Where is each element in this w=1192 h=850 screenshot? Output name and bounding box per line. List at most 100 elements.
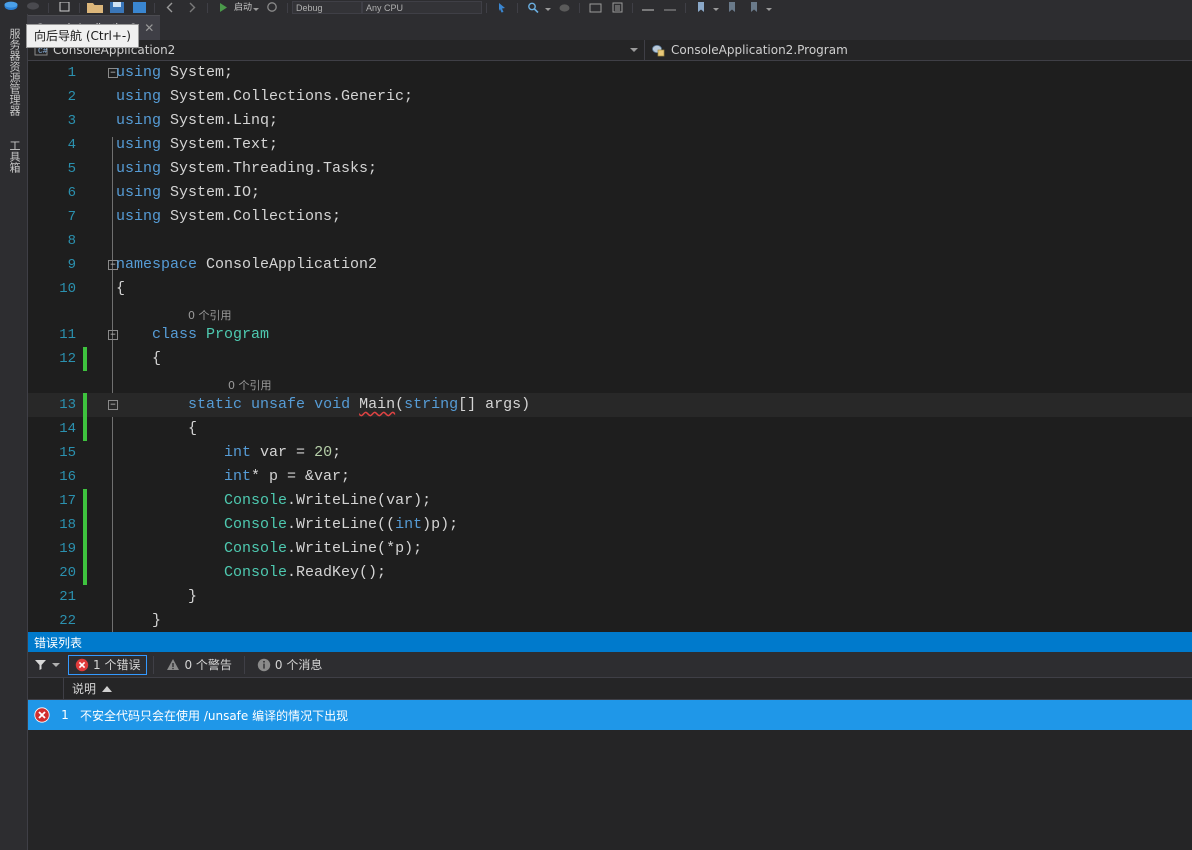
folder-icon bbox=[87, 3, 103, 13]
table-row[interactable]: 1 不安全代码只会在使用 /unsafe 编译的情况下出现 bbox=[28, 700, 1192, 730]
code-text: using System.Text; bbox=[116, 136, 279, 153]
step-over-button[interactable] bbox=[553, 0, 575, 14]
code-text: } bbox=[116, 588, 198, 605]
code-line: 1 − using System; bbox=[28, 61, 1192, 85]
line-number: 21 bbox=[59, 589, 76, 605]
properties-button[interactable] bbox=[606, 0, 628, 14]
code-text: namespace ConsoleApplication2 bbox=[116, 256, 378, 273]
sort-ascending-icon[interactable] bbox=[102, 685, 113, 692]
column-header-index[interactable] bbox=[28, 677, 64, 700]
class-icon bbox=[652, 45, 665, 57]
line-number: 20 bbox=[59, 565, 76, 581]
messages-filter-chip[interactable]: 0 个消息 bbox=[251, 655, 328, 675]
code-line: 22 } bbox=[28, 609, 1192, 632]
save-all-files-button[interactable] bbox=[128, 0, 150, 14]
code-text: class Program bbox=[152, 326, 270, 343]
code-line: 4 using System.Text; bbox=[28, 133, 1192, 157]
new-item-button[interactable] bbox=[53, 0, 75, 14]
bookmark-prev-button[interactable] bbox=[721, 0, 743, 14]
undo-button[interactable] bbox=[22, 0, 44, 14]
search-icon bbox=[527, 2, 539, 13]
filter-dropdown-caret-icon[interactable] bbox=[52, 662, 60, 667]
sidebar-item-toolbox[interactable]: 工具箱 bbox=[0, 130, 28, 182]
filter-icon[interactable] bbox=[32, 657, 48, 673]
code-text: { bbox=[116, 280, 126, 297]
line-number: 13 bbox=[59, 397, 76, 413]
code-line-current: 13 − static unsafe void Main(string[] ar… bbox=[28, 393, 1192, 417]
uncomment-button[interactable] bbox=[659, 0, 681, 14]
line-number: 16 bbox=[59, 469, 76, 485]
errors-filter-chip[interactable]: 1 个错误 bbox=[68, 654, 148, 675]
navigate-forward-button[interactable] bbox=[181, 0, 203, 14]
start-debug-button[interactable] bbox=[212, 0, 234, 14]
code-line: 14 { bbox=[28, 417, 1192, 441]
find-button[interactable] bbox=[491, 0, 513, 14]
svg-text:C#: C# bbox=[38, 47, 48, 56]
bookmark-next-button[interactable] bbox=[743, 0, 765, 14]
search-dropdown-caret-icon[interactable] bbox=[545, 8, 552, 11]
comment-button[interactable] bbox=[637, 0, 659, 14]
toolbar-overflow-caret-icon[interactable] bbox=[766, 8, 773, 11]
error-list-toolbar: 1 个错误 0 个警告 0 个消息 bbox=[28, 652, 1192, 678]
stop-icon bbox=[267, 2, 277, 12]
configuration-combo[interactable]: Debug bbox=[292, 1, 363, 14]
navigate-forward-icon bbox=[189, 2, 196, 13]
toolbar-separator bbox=[154, 3, 155, 13]
bookmark-button[interactable] bbox=[690, 0, 712, 14]
code-text: Console.WriteLine(*p); bbox=[224, 540, 423, 557]
toolbar-separator bbox=[486, 3, 488, 13]
code-line: 10 { bbox=[28, 277, 1192, 301]
bookmark-next-icon bbox=[751, 2, 758, 12]
codelens-method[interactable]: 0 个引用 bbox=[28, 371, 1192, 393]
toolbar-separator bbox=[579, 3, 581, 13]
code-line: 18 Console.WriteLine((int)p); bbox=[28, 513, 1192, 537]
platform-combo[interactable]: Any CPU bbox=[362, 1, 483, 14]
change-bar bbox=[83, 489, 87, 513]
stop-button[interactable] bbox=[261, 0, 283, 14]
comment-icon bbox=[642, 9, 655, 11]
line-number: 8 bbox=[67, 233, 76, 249]
code-text: using System.Collections.Generic; bbox=[116, 88, 414, 105]
column-header-description[interactable]: 说明 bbox=[64, 678, 113, 700]
messages-filter-label: 0 个消息 bbox=[274, 658, 323, 672]
warnings-filter-chip[interactable]: 0 个警告 bbox=[160, 655, 237, 675]
toolbar-group-file: 启动 Debug Any CPU bbox=[0, 0, 774, 14]
chevron-down-icon[interactable] bbox=[630, 48, 638, 52]
line-number: 12 bbox=[59, 351, 76, 367]
close-icon[interactable]: ✕ bbox=[144, 22, 154, 34]
search-button[interactable] bbox=[522, 0, 544, 14]
code-line: 11 − class Program bbox=[28, 323, 1192, 347]
navbar-type-dropdown[interactable]: ConsoleApplication2.Program bbox=[644, 39, 1192, 61]
save-all-button[interactable] bbox=[0, 0, 22, 14]
bookmark-icon bbox=[698, 2, 705, 12]
line-number: 14 bbox=[59, 421, 76, 437]
save-button[interactable] bbox=[106, 0, 128, 14]
line-number: 9 bbox=[67, 257, 76, 273]
line-number: 19 bbox=[59, 541, 76, 557]
code-line: 12 { bbox=[28, 347, 1192, 371]
codelens-class[interactable]: 0 个引用 bbox=[28, 301, 1192, 323]
left-dock-strip: 服务器资源管理器 工具箱 bbox=[0, 14, 28, 850]
error-row-description: 不安全代码只会在使用 /unsafe 编译的情况下出现 bbox=[80, 708, 349, 723]
warnings-filter-label: 0 个警告 bbox=[184, 658, 232, 672]
save-icon bbox=[110, 2, 124, 13]
error-list-column-header: 说明 bbox=[28, 677, 1192, 700]
error-list-body bbox=[28, 730, 1192, 850]
visual-studio-window: 启动 Debug Any CPU 服务器资源管理器 工具箱 ✕ 向后导航 (Ct… bbox=[0, 0, 1192, 850]
error-icon bbox=[75, 658, 89, 671]
bookmark-dropdown-caret-icon[interactable] bbox=[713, 8, 720, 11]
code-line: 6 using System.IO; bbox=[28, 181, 1192, 205]
code-editor[interactable]: 1 − using System; 2 using System.Collect… bbox=[28, 61, 1192, 632]
start-dropdown-caret-icon[interactable] bbox=[253, 8, 260, 11]
open-folder-button[interactable] bbox=[84, 0, 106, 14]
window-layout-button[interactable] bbox=[584, 0, 606, 14]
change-bar bbox=[83, 393, 87, 417]
error-list-title: 错误列表 bbox=[28, 632, 1192, 652]
code-text: using System.Threading.Tasks; bbox=[116, 160, 378, 177]
sidebar-item-server-explorer[interactable]: 服务器资源管理器 bbox=[0, 18, 28, 126]
navigate-back-button[interactable] bbox=[159, 0, 181, 14]
line-number: 15 bbox=[59, 445, 76, 461]
code-surface[interactable]: 1 − using System; 2 using System.Collect… bbox=[28, 61, 1192, 632]
code-line: 21 } bbox=[28, 585, 1192, 609]
code-line: 7 using System.Collections; bbox=[28, 205, 1192, 229]
